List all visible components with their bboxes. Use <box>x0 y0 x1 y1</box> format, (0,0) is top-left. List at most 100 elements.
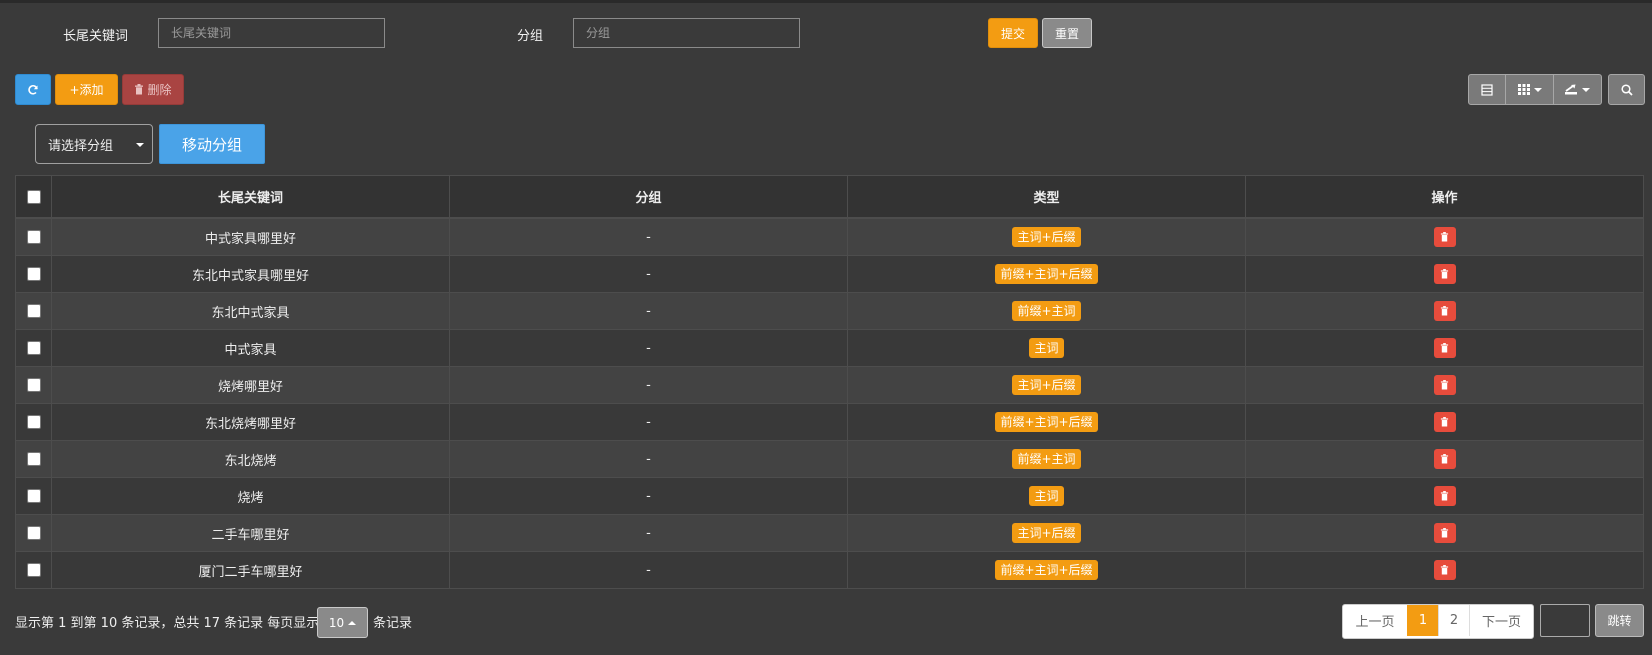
row-checkbox[interactable] <box>26 341 41 355</box>
type-cell: 主词+后缀 <box>847 514 1246 552</box>
row-delete-button[interactable] <box>1433 264 1456 284</box>
row-checkbox-cell <box>15 329 52 367</box>
export-button[interactable] <box>1553 74 1602 105</box>
row-checkbox[interactable] <box>26 304 41 318</box>
actions-cell <box>1245 292 1644 330</box>
group-select[interactable]: 请选择分组 <box>35 124 153 164</box>
reset-button[interactable]: 重置 <box>1042 18 1092 48</box>
table-row[interactable]: 厦门二手车哪里好 - 前缀+主词+后缀 <box>15 551 1644 589</box>
keyword-cell: 厦门二手车哪里好 <box>51 551 450 589</box>
row-checkbox[interactable] <box>26 267 41 281</box>
actions-cell <box>1245 440 1644 478</box>
keyword-cell: 烧烤哪里好 <box>51 366 450 404</box>
row-checkbox-cell <box>15 551 52 589</box>
type-cell: 主词+后缀 <box>847 217 1246 256</box>
keyword-cell: 东北中式家具哪里好 <box>51 255 450 293</box>
chevron-down-icon <box>1582 87 1590 92</box>
type-cell: 前缀+主词+后缀 <box>847 551 1246 589</box>
type-badge: 主词+后缀 <box>1012 375 1081 395</box>
row-delete-button[interactable] <box>1433 486 1456 506</box>
row-checkbox[interactable] <box>26 563 41 577</box>
table-row[interactable]: 中式家具哪里好 - 主词+后缀 <box>15 217 1644 256</box>
search-toggle-button[interactable] <box>1608 74 1645 105</box>
jump-button[interactable]: 跳转 <box>1595 604 1644 637</box>
actions-cell <box>1245 329 1644 367</box>
row-delete-button[interactable] <box>1433 301 1456 321</box>
jump-page-input[interactable] <box>1540 604 1590 637</box>
keyword-input[interactable] <box>158 18 385 48</box>
actions-cell <box>1245 255 1644 293</box>
row-checkbox-cell <box>15 440 52 478</box>
trash-icon <box>1440 232 1449 242</box>
group-cell: - <box>449 329 848 367</box>
type-cell: 前缀+主词+后缀 <box>847 403 1246 441</box>
keyword-cell: 中式家具 <box>51 329 450 367</box>
row-checkbox[interactable] <box>26 526 41 540</box>
trash-icon <box>1440 528 1449 538</box>
trash-icon <box>1440 454 1449 464</box>
row-delete-button[interactable] <box>1433 375 1456 395</box>
table-row[interactable]: 东北烧烤 - 前缀+主词 <box>15 440 1644 478</box>
table-row[interactable]: 二手车哪里好 - 主词+后缀 <box>15 514 1644 552</box>
row-checkbox-cell <box>15 477 52 515</box>
export-icon <box>1565 84 1577 95</box>
add-button[interactable]: +添加 <box>55 74 118 105</box>
page-button-2[interactable]: 2 <box>1438 605 1469 636</box>
select-all-checkbox[interactable] <box>26 189 41 204</box>
group-input[interactable] <box>573 18 800 48</box>
type-badge: 前缀+主词 <box>1012 449 1081 469</box>
search-icon <box>1620 83 1633 96</box>
row-checkbox[interactable] <box>26 452 41 466</box>
page-size-select[interactable]: 10 <box>317 607 368 638</box>
pagination: 上一页 1 2 下一页 <box>1342 604 1534 639</box>
trash-icon <box>1440 380 1449 390</box>
prev-page-button[interactable]: 上一页 <box>1343 605 1407 636</box>
table-row[interactable]: 东北中式家具哪里好 - 前缀+主词+后缀 <box>15 255 1644 293</box>
type-badge: 主词+后缀 <box>1012 523 1081 543</box>
row-delete-button[interactable] <box>1433 560 1456 580</box>
row-checkbox-cell <box>15 255 52 293</box>
toggle-view-button[interactable] <box>1468 74 1506 105</box>
row-delete-button[interactable] <box>1433 227 1456 247</box>
group-cell: - <box>449 403 848 441</box>
page-button-1[interactable]: 1 <box>1407 605 1438 636</box>
column-header-keyword[interactable]: 长尾关键词 <box>51 175 450 219</box>
actions-cell <box>1245 477 1644 515</box>
move-group-button[interactable]: 移动分组 <box>159 124 265 164</box>
trash-icon <box>1440 343 1449 353</box>
column-header-type[interactable]: 类型 <box>847 175 1246 219</box>
table-row[interactable]: 烧烤哪里好 - 主词+后缀 <box>15 366 1644 404</box>
refresh-button[interactable] <box>15 74 51 105</box>
trash-icon <box>1440 306 1449 316</box>
row-checkbox[interactable] <box>26 378 41 392</box>
table-row[interactable]: 烧烤 - 主词 <box>15 477 1644 515</box>
columns-button[interactable] <box>1505 74 1554 105</box>
row-delete-button[interactable] <box>1433 523 1456 543</box>
group-cell: - <box>449 514 848 552</box>
row-checkbox[interactable] <box>26 415 41 429</box>
page-size-value: 10 <box>328 615 345 630</box>
keyword-cell: 东北中式家具 <box>51 292 450 330</box>
type-badge: 主词 <box>1029 338 1064 358</box>
row-delete-button[interactable] <box>1433 412 1456 432</box>
row-delete-button[interactable] <box>1433 449 1456 469</box>
trash-icon <box>1440 417 1449 427</box>
submit-button[interactable]: 提交 <box>988 18 1038 48</box>
group-cell: - <box>449 217 848 256</box>
row-delete-button[interactable] <box>1433 338 1456 358</box>
table-row[interactable]: 中式家具 - 主词 <box>15 329 1644 367</box>
column-header-group[interactable]: 分组 <box>449 175 848 219</box>
type-badge: 前缀+主词+后缀 <box>995 412 1098 432</box>
type-badge: 主词 <box>1029 486 1064 506</box>
row-checkbox[interactable] <box>26 489 41 503</box>
type-badge: 主词+后缀 <box>1012 227 1081 247</box>
refresh-icon <box>28 84 38 95</box>
delete-button[interactable]: 删除 <box>122 74 184 105</box>
next-page-button[interactable]: 下一页 <box>1469 605 1533 636</box>
group-cell: - <box>449 255 848 293</box>
chevron-up-icon <box>348 620 357 625</box>
table-row[interactable]: 东北中式家具 - 前缀+主词 <box>15 292 1644 330</box>
table-row[interactable]: 东北烧烤哪里好 - 前缀+主词+后缀 <box>15 403 1644 441</box>
row-checkbox[interactable] <box>26 230 41 244</box>
group-cell: - <box>449 551 848 589</box>
